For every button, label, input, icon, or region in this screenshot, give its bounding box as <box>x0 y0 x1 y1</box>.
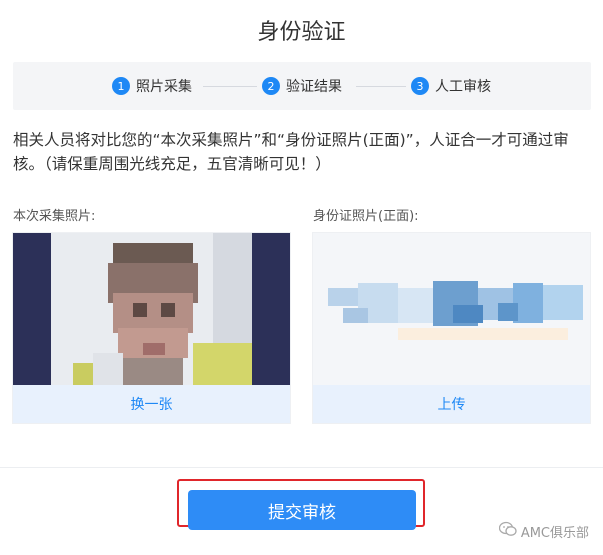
step-manual-review: 3 人工审核 <box>411 76 491 96</box>
step-indicator: 1 照片采集 2 验证结果 3 人工审核 <box>13 62 591 110</box>
step-number-badge: 2 <box>262 77 280 95</box>
footer-divider <box>0 467 603 468</box>
step-label: 验证结果 <box>286 79 342 95</box>
step-photo-capture: 1 照片采集 <box>112 76 192 96</box>
instructions-text: 相关人员将对比您的“本次采集照片”和“身份证照片(正面)”，人证合一才可通过审核… <box>13 131 569 173</box>
step-label: 人工审核 <box>435 79 491 95</box>
upload-idcard-button[interactable]: 上传 <box>313 385 590 423</box>
step-connector <box>356 86 406 87</box>
watermark-text: AMC俱乐部 <box>520 525 589 541</box>
wechat-icon <box>498 521 517 541</box>
watermark: AMC俱乐部 <box>498 521 589 541</box>
idcard-photo-card: 上传 <box>313 233 590 423</box>
step-number-badge: 3 <box>411 77 429 95</box>
step-number-badge: 1 <box>112 77 130 95</box>
idcard-photo <box>313 233 590 385</box>
step-label: 照片采集 <box>136 79 192 95</box>
page-title: 身份验证 <box>257 20 346 45</box>
submit-review-button[interactable]: 提交审核 <box>188 490 416 530</box>
capture-photo-card: 换一张 <box>13 233 290 423</box>
step-verify-result: 2 验证结果 <box>262 76 342 96</box>
idcard-photo-label: 身份证照片(正面): <box>313 209 419 224</box>
capture-photo-label: 本次采集照片: <box>13 209 96 224</box>
captured-face-photo <box>13 233 290 385</box>
step-connector <box>203 86 257 87</box>
retake-photo-button[interactable]: 换一张 <box>13 385 290 423</box>
